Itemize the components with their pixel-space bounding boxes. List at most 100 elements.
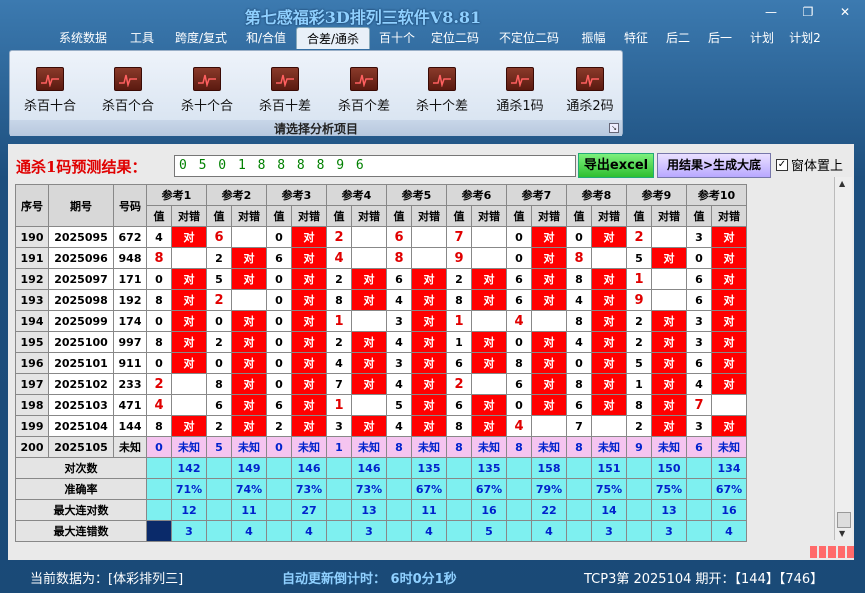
table-row[interactable]: 193 2025098 192 8 对 2 0 对 8 对 4 对 8 对 6 对 4 对 9 6 对 bbox=[15, 289, 747, 311]
stats-row: 对次数 142 149 146 146 135 135 158 151 150 134 bbox=[15, 457, 747, 479]
ref-value: 8 bbox=[566, 436, 592, 458]
prediction-result-field[interactable]: 0 5 0 1 8 8 8 8 9 6 bbox=[174, 155, 576, 177]
ref-value: 6 bbox=[266, 247, 292, 269]
menu-item-4[interactable]: 和/合值 bbox=[236, 27, 296, 49]
ref-value: 6 bbox=[446, 394, 472, 416]
export-excel-button[interactable]: 导出excel bbox=[578, 153, 654, 178]
minimize-icon[interactable]: — bbox=[760, 4, 782, 20]
table-row[interactable]: 195 2025100 997 8 对 2 对 0 对 2 对 4 对 1 对 0 对 4 对 2 对 3 对 bbox=[15, 331, 747, 353]
ribbon-caption: 请选择分析项目 bbox=[10, 120, 622, 136]
chart-icon bbox=[114, 67, 142, 91]
ribbon-button-7[interactable]: 通杀1码 bbox=[484, 65, 556, 117]
table-row[interactable]: 192 2025097 171 0 对 5 对 0 对 2 对 6 对 2 对 6 对 8 对 1 6 对 bbox=[15, 268, 747, 290]
stats-value: 71% bbox=[171, 478, 207, 500]
stats-value: 4 bbox=[231, 520, 267, 542]
generate-base-button[interactable]: 用结果>生成大底 bbox=[657, 153, 771, 178]
stats-spacer bbox=[266, 457, 292, 479]
stats-value: 12 bbox=[171, 499, 207, 521]
table-row[interactable]: 196 2025101 911 0 对 0 对 0 对 4 对 3 对 6 对 8 对 0 对 5 对 6 对 bbox=[15, 352, 747, 374]
row-index: 198 bbox=[15, 394, 49, 416]
table-row[interactable]: 190 2025095 672 4 对 6 0 对 2 6 7 0 对 0 对 2 3 对 bbox=[15, 226, 747, 248]
ref-value: 5 bbox=[626, 352, 652, 374]
ref-result bbox=[231, 289, 267, 311]
ref-result: 对 bbox=[591, 331, 627, 353]
ref-result bbox=[471, 247, 507, 269]
ref-value: 0 bbox=[566, 352, 592, 374]
header-ref-7: 参考7 bbox=[506, 184, 567, 206]
status-countdown: 自动更新倒计时： 6时0分1秒 bbox=[282, 572, 457, 587]
restore-icon[interactable]: ❐ bbox=[797, 4, 819, 20]
ref-value: 6 bbox=[686, 289, 712, 311]
chart-icon bbox=[193, 67, 221, 91]
analysis-table: 序号 期号 号码 参考1 参考2 参考3 参考4 参考5 参考6 参考7 参考8 参考9 参考10 值对错… bbox=[15, 184, 747, 542]
ref-result bbox=[591, 415, 627, 437]
ribbon-launcher-icon[interactable]: ↘ bbox=[609, 123, 619, 133]
ref-result bbox=[411, 226, 447, 248]
ribbon-button-5[interactable]: 杀百个差 bbox=[328, 65, 400, 117]
ref-result: 对 bbox=[231, 268, 267, 290]
ref-result bbox=[171, 373, 207, 395]
stats-spacer bbox=[266, 499, 292, 521]
menu-item-12[interactable]: 后一 bbox=[699, 27, 741, 49]
analysis-panel: 通杀1码预测结果： 0 5 0 1 8 8 8 8 9 6 导出excel 用结… bbox=[8, 144, 854, 560]
ribbon-button-3[interactable]: 杀十个合 bbox=[171, 65, 243, 117]
menu-item-10[interactable]: 特征 bbox=[615, 27, 657, 49]
ribbon-button-6[interactable]: 杀十个差 bbox=[406, 65, 478, 117]
scroll-down-icon[interactable]: ▼ bbox=[839, 529, 845, 538]
menu-item-5[interactable]: 合差/通杀 bbox=[296, 27, 370, 49]
row-index: 197 bbox=[15, 373, 49, 395]
checkbox-check-icon[interactable]: ✓ bbox=[776, 158, 788, 171]
ref-result: 对 bbox=[651, 331, 687, 353]
table-row[interactable]: 191 2025096 948 8 2 对 6 对 4 8 9 0 对 8 5 对 0 对 bbox=[15, 247, 747, 269]
ribbon-button-1[interactable]: 杀百十合 bbox=[14, 65, 86, 117]
ribbon-button-label: 杀百个差 bbox=[337, 99, 390, 114]
ribbon-button-4[interactable]: 杀百十差 bbox=[249, 65, 321, 117]
ref-value: 4 bbox=[566, 289, 592, 311]
menu-item-13[interactable]: 计划 bbox=[741, 27, 783, 49]
menu-item-9[interactable]: 振幅 bbox=[572, 27, 615, 49]
vertical-scrollbar[interactable]: ▲ ▼ bbox=[834, 177, 852, 540]
menu-item-7[interactable]: 定位二码 bbox=[424, 27, 486, 49]
ref-value: 7 bbox=[446, 226, 472, 248]
row-period: 2025099 bbox=[48, 310, 114, 332]
stats-value: 67% bbox=[471, 478, 507, 500]
scroll-up-icon[interactable]: ▲ bbox=[839, 179, 845, 188]
menu-item-14[interactable]: 计划2 bbox=[783, 27, 827, 49]
ref-result: 对 bbox=[351, 268, 387, 290]
ref-value: 0 bbox=[506, 226, 532, 248]
ref-result bbox=[651, 289, 687, 311]
header-value: 值 bbox=[266, 205, 292, 227]
stats-spacer bbox=[266, 478, 292, 500]
ref-value: 1 bbox=[326, 394, 352, 416]
prediction-row[interactable]: 200 2025105 未知 0 未知 5 未知 0 未知 1 未知 8 未知 8 未知 8 未知 8 未知 9 未知 6… bbox=[15, 436, 747, 458]
ref-result: 对 bbox=[651, 394, 687, 416]
menu-item-2[interactable]: 工具 bbox=[118, 27, 166, 49]
ribbon-button-8[interactable]: 通杀2码 bbox=[554, 65, 626, 117]
ref-value: 7 bbox=[566, 415, 592, 437]
close-icon[interactable]: ✕ bbox=[834, 4, 856, 20]
topmost-checkbox[interactable]: ✓ 窗体置上 bbox=[776, 155, 843, 174]
ref-result bbox=[171, 247, 207, 269]
table-row[interactable]: 199 2025104 144 8 对 2 对 2 对 3 对 4 对 8 对 4 7 2 对 3 对 bbox=[15, 415, 747, 437]
resize-grip[interactable] bbox=[810, 546, 855, 558]
table-row[interactable]: 197 2025102 233 2 8 对 0 对 7 对 4 对 2 6 对 8 对 1 对 4 对 bbox=[15, 373, 747, 395]
header-ref-3: 参考3 bbox=[266, 184, 327, 206]
scrollbar-thumb[interactable] bbox=[837, 512, 851, 528]
status-bar: 当前数据为：[体彩排列三] 自动更新倒计时： 6时0分1秒 TCP3第 2025… bbox=[0, 561, 865, 593]
ref-result: 对 bbox=[291, 415, 327, 437]
ribbon-button-label: 杀百个合 bbox=[101, 99, 154, 114]
ribbon-button-2[interactable]: 杀百个合 bbox=[92, 65, 164, 117]
menu-item-6[interactable]: 百十个 bbox=[370, 27, 424, 49]
stats-spacer bbox=[386, 520, 412, 542]
table-row[interactable]: 194 2025099 174 0 对 0 对 0 对 1 3 对 1 4 8 对 2 对 3 对 bbox=[15, 310, 747, 332]
ref-result: 对 bbox=[531, 247, 567, 269]
menu-item-8[interactable]: 不定位二码 bbox=[486, 27, 572, 49]
menu-item-1[interactable]: 系统数据 bbox=[48, 27, 118, 49]
row-index: 190 bbox=[15, 226, 49, 248]
ref-value: 4 bbox=[386, 415, 412, 437]
menu-item-3[interactable]: 跨度/复式 bbox=[166, 27, 236, 49]
menu-item-11[interactable]: 后二 bbox=[657, 27, 699, 49]
table-row[interactable]: 198 2025103 471 4 6 对 6 对 1 5 对 6 对 0 对 6 对 8 对 7 bbox=[15, 394, 747, 416]
ref-result: 对 bbox=[531, 226, 567, 248]
ref-value: 8 bbox=[146, 331, 172, 353]
